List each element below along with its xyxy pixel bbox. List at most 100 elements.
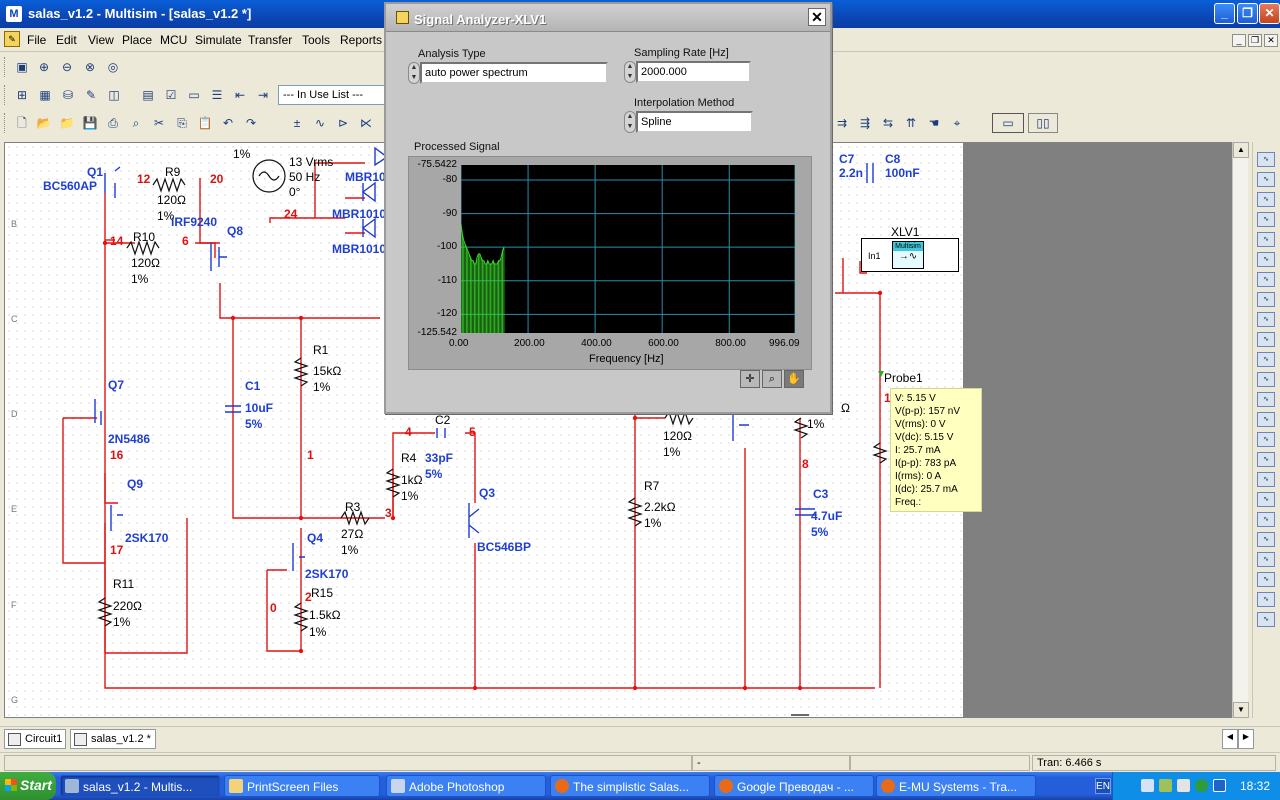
menu-tools[interactable]: Tools bbox=[302, 33, 330, 47]
instrument-icon[interactable]: ∿ bbox=[1257, 472, 1275, 487]
grapher-icon[interactable]: ◫ bbox=[104, 85, 124, 105]
instrument-icon[interactable]: ∿ bbox=[1257, 312, 1275, 327]
redo-icon[interactable]: ↷ bbox=[241, 113, 261, 133]
zoom-tool-icon[interactable]: ⌕ bbox=[762, 370, 782, 388]
open-sample-icon[interactable]: 📁 bbox=[57, 113, 77, 133]
xlv1-instrument[interactable]: In1 Multisim →∿ bbox=[861, 238, 959, 272]
instrument-icon[interactable]: ∿ bbox=[1257, 552, 1275, 567]
instrument-icon[interactable]: ∿ bbox=[1257, 572, 1275, 587]
analyzer-close-button[interactable]: ✕ bbox=[808, 8, 826, 26]
zoom-in-icon[interactable]: ⊕ bbox=[34, 57, 54, 77]
instrument-icon[interactable]: ∿ bbox=[1257, 532, 1275, 547]
sampling-rate-field[interactable]: 2000.000 bbox=[636, 61, 751, 83]
instrument-icon[interactable]: ∿ bbox=[1257, 372, 1275, 387]
area-icon[interactable]: ▭ bbox=[184, 85, 204, 105]
transistor-icon[interactable]: ⋉ bbox=[356, 113, 376, 133]
copy-icon[interactable]: ⎘ bbox=[172, 113, 192, 133]
document-icon[interactable]: ✎ bbox=[4, 31, 20, 47]
fullscreen-icon[interactable]: ▣ bbox=[12, 57, 32, 77]
pause-switch-icon[interactable]: ▯▯ bbox=[1028, 113, 1058, 133]
interpolation-spinner[interactable]: ▲ ▼ bbox=[624, 111, 636, 133]
instrument-icon[interactable]: ∿ bbox=[1257, 272, 1275, 287]
menu-simulate[interactable]: Simulate bbox=[195, 33, 242, 47]
postprocessor-icon[interactable]: ▤ bbox=[138, 85, 158, 105]
scroll-down-icon[interactable]: ▼ bbox=[1233, 702, 1249, 718]
instrument-icon[interactable]: ∿ bbox=[1257, 612, 1275, 627]
start-button[interactable]: Start bbox=[0, 772, 56, 800]
menu-edit[interactable]: Edit bbox=[56, 33, 77, 47]
misc-icon[interactable]: ⇉ bbox=[832, 113, 852, 133]
instrument-icon[interactable]: ∿ bbox=[1257, 452, 1275, 467]
forward-annotate-icon[interactable]: ⇥ bbox=[253, 85, 273, 105]
security-icon[interactable] bbox=[1213, 779, 1226, 792]
menu-reports[interactable]: Reports bbox=[340, 33, 382, 47]
basic-icon[interactable]: ∿ bbox=[310, 113, 330, 133]
open-folder-icon[interactable]: 📂 bbox=[34, 113, 54, 133]
component-wizard-icon[interactable]: ✎ bbox=[81, 85, 101, 105]
in-use-list-select[interactable]: --- In Use List --- bbox=[278, 85, 388, 105]
minimize-button[interactable]: _ bbox=[1214, 3, 1235, 24]
instrument-icon[interactable]: ∿ bbox=[1257, 152, 1275, 167]
zoom-out-icon[interactable]: ⊖ bbox=[57, 57, 77, 77]
paste-icon[interactable]: 📋 bbox=[195, 113, 215, 133]
instrument-icon[interactable]: ∿ bbox=[1257, 412, 1275, 427]
back-annotate-icon[interactable]: ⇤ bbox=[230, 85, 250, 105]
erc-icon[interactable]: ☑ bbox=[161, 85, 181, 105]
mdi-restore-button[interactable]: ❐ bbox=[1248, 34, 1262, 47]
language-indicator[interactable]: EN bbox=[1095, 778, 1111, 794]
tab-scroll-right-icon[interactable]: ▶ bbox=[1238, 729, 1254, 749]
instrument-icon[interactable]: ∿ bbox=[1257, 212, 1275, 227]
instrument-icon[interactable]: ∿ bbox=[1257, 512, 1275, 527]
simulate-switch-icon[interactable]: ▭ bbox=[992, 113, 1024, 133]
zoom-area-icon[interactable]: ⊗ bbox=[80, 57, 100, 77]
ladder-icon[interactable]: ⇈ bbox=[901, 113, 921, 133]
speaker-icon[interactable] bbox=[1177, 779, 1190, 792]
tab-circuit1[interactable]: Circuit1 bbox=[4, 729, 66, 749]
mdi-minimize-button[interactable]: _ bbox=[1232, 34, 1246, 47]
analyzer-title-bar[interactable]: Signal Analyzer-XLV1 ✕ bbox=[386, 4, 830, 32]
hier-block-icon[interactable]: ⇶ bbox=[855, 113, 875, 133]
instrument-icon[interactable]: ∿ bbox=[1257, 292, 1275, 307]
task-firefox-google[interactable]: Google Преводач - ... bbox=[714, 775, 874, 797]
instrument-icon[interactable]: ∿ bbox=[1257, 432, 1275, 447]
pan-hand-icon[interactable]: ✋ bbox=[784, 370, 804, 388]
restore-button[interactable]: ❐ bbox=[1237, 3, 1258, 24]
probe-toolbar-icon[interactable]: ⌖ bbox=[947, 113, 967, 133]
spreadsheet-icon[interactable]: ▦ bbox=[35, 85, 55, 105]
instrument-icon[interactable]: ∿ bbox=[1257, 172, 1275, 187]
task-photoshop[interactable]: Adobe Photoshop bbox=[386, 775, 546, 797]
analysis-type-field[interactable]: auto power spectrum bbox=[420, 62, 608, 84]
toolbar-grip[interactable] bbox=[4, 113, 7, 133]
instrument-icon[interactable]: ∿ bbox=[1257, 592, 1275, 607]
database-icon[interactable]: ⛁ bbox=[58, 85, 78, 105]
vertical-scrollbar[interactable]: ▲ ▼ bbox=[1232, 142, 1249, 718]
list-icon[interactable]: ☰ bbox=[207, 85, 227, 105]
toolbar-grip[interactable] bbox=[4, 57, 7, 77]
tab-scroll-left-icon[interactable]: ◀ bbox=[1222, 729, 1238, 749]
hierarchy-icon[interactable]: ⊞ bbox=[12, 85, 32, 105]
task-multisim[interactable]: salas_v1.2 - Multis... bbox=[60, 775, 220, 797]
toolbar-grip[interactable] bbox=[4, 85, 7, 105]
mdi-close-button[interactable]: ✕ bbox=[1264, 34, 1278, 47]
cursor-tool-icon[interactable]: ✛ bbox=[740, 370, 760, 388]
cut-icon[interactable]: ✂ bbox=[149, 113, 169, 133]
task-firefox-salas[interactable]: The simplistic Salas... bbox=[550, 775, 710, 797]
instrument-icon[interactable]: ∿ bbox=[1257, 492, 1275, 507]
save-icon[interactable]: 💾 bbox=[80, 113, 100, 133]
bus-icon[interactable]: ⇆ bbox=[878, 113, 898, 133]
instrument-icon[interactable]: ∿ bbox=[1257, 392, 1275, 407]
zoom-fit-icon[interactable]: ◎ bbox=[103, 57, 123, 77]
undo-icon[interactable]: ↶ bbox=[218, 113, 238, 133]
print-icon[interactable]: ⎙ bbox=[103, 113, 123, 133]
instrument-icon[interactable]: ∿ bbox=[1257, 332, 1275, 347]
network-icon[interactable] bbox=[1141, 779, 1154, 792]
pan-icon[interactable]: ☚ bbox=[924, 113, 944, 133]
menu-place[interactable]: Place bbox=[122, 33, 152, 47]
task-firefox-emu[interactable]: E-MU Systems - Tra... bbox=[876, 775, 1036, 797]
scroll-up-icon[interactable]: ▲ bbox=[1233, 142, 1249, 158]
tab-salas[interactable]: salas_v1.2 * bbox=[70, 729, 156, 749]
diode-icon[interactable]: ⊳ bbox=[333, 113, 353, 133]
instrument-icon[interactable]: ∿ bbox=[1257, 352, 1275, 367]
task-printscreen[interactable]: PrintScreen Files bbox=[224, 775, 380, 797]
status-icon[interactable] bbox=[1195, 779, 1208, 792]
